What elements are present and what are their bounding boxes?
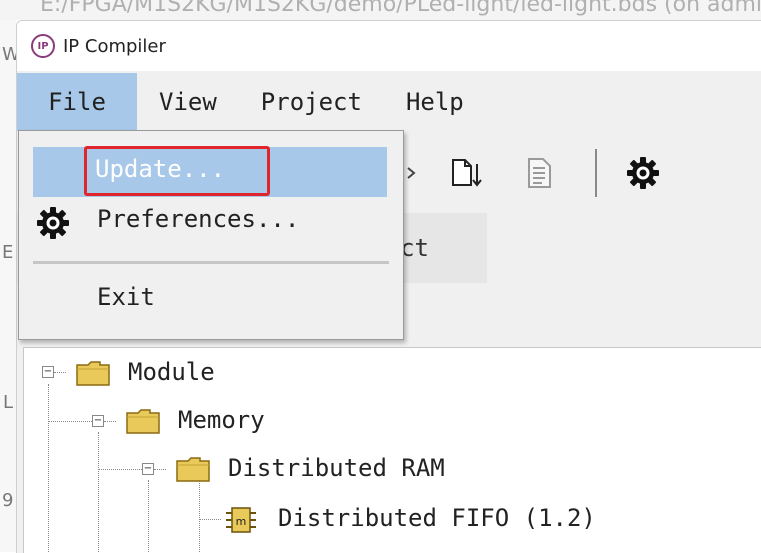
tree-connector	[98, 432, 99, 553]
tree-connector	[98, 469, 146, 470]
collapse-icon[interactable]: −	[92, 415, 104, 427]
title-bar[interactable]: IP IP Compiler	[17, 21, 761, 71]
annotation-highlight-box	[84, 146, 270, 196]
tree-connector	[199, 480, 200, 553]
menu-item-exit[interactable]: Exit	[19, 275, 403, 325]
tree-node-memory[interactable]: Memory	[178, 406, 265, 434]
menu-file[interactable]: File	[17, 73, 137, 131]
tree-node-distributed-ram[interactable]: Distributed RAM	[228, 454, 445, 482]
collapse-icon[interactable]: −	[142, 463, 154, 475]
background-left-strip	[0, 20, 16, 552]
menu-item-preferences-label: Preferences...	[97, 205, 300, 233]
ip-module-icon: m	[226, 507, 256, 533]
folder-icon	[176, 457, 210, 482]
folder-icon	[126, 409, 160, 434]
module-tree: − Module − Memory − Distributed RAM m Di…	[23, 347, 761, 553]
svg-text:m: m	[236, 515, 247, 528]
menu-separator	[33, 261, 389, 264]
menu-view[interactable]: View	[137, 73, 239, 131]
folder-icon	[76, 361, 110, 386]
tree-connector	[54, 372, 66, 373]
menu-help[interactable]: Help	[384, 73, 486, 131]
background-editor-strip: E:/FPGA/M1S2KG/M1S2KG/demo/PLed-light/le…	[0, 0, 761, 20]
tree-connector	[104, 421, 116, 422]
background-mark: 9	[2, 490, 14, 511]
menu-item-preferences[interactable]: Preferences...	[19, 197, 403, 247]
gear-icon	[37, 207, 69, 239]
menu-item-exit-label: Exit	[97, 283, 155, 311]
tree-connector	[48, 421, 96, 422]
window-title: IP Compiler	[63, 35, 166, 57]
tree-connector	[48, 384, 49, 553]
background-file-path: E:/FPGA/M1S2KG/M1S2KG/demo/PLed-light/le…	[40, 0, 761, 17]
document-icon[interactable]	[519, 153, 559, 193]
app-logo-icon: IP	[31, 34, 55, 58]
tree-connector	[148, 480, 149, 553]
gear-icon[interactable]	[623, 153, 663, 193]
menu-bar: File View Project Help	[17, 73, 761, 131]
collapse-icon[interactable]: −	[42, 366, 54, 378]
tree-connector	[154, 469, 166, 470]
background-mark: L	[3, 392, 14, 413]
toolbar-separator	[595, 149, 597, 197]
generate-document-icon[interactable]	[445, 153, 485, 193]
tree-connector	[199, 519, 221, 520]
menu-project[interactable]: Project	[239, 73, 384, 131]
tree-node-module[interactable]: Module	[128, 358, 215, 386]
tree-node-distributed-fifo[interactable]: Distributed FIFO (1.2)	[278, 504, 596, 532]
background-mark: E	[2, 242, 14, 263]
